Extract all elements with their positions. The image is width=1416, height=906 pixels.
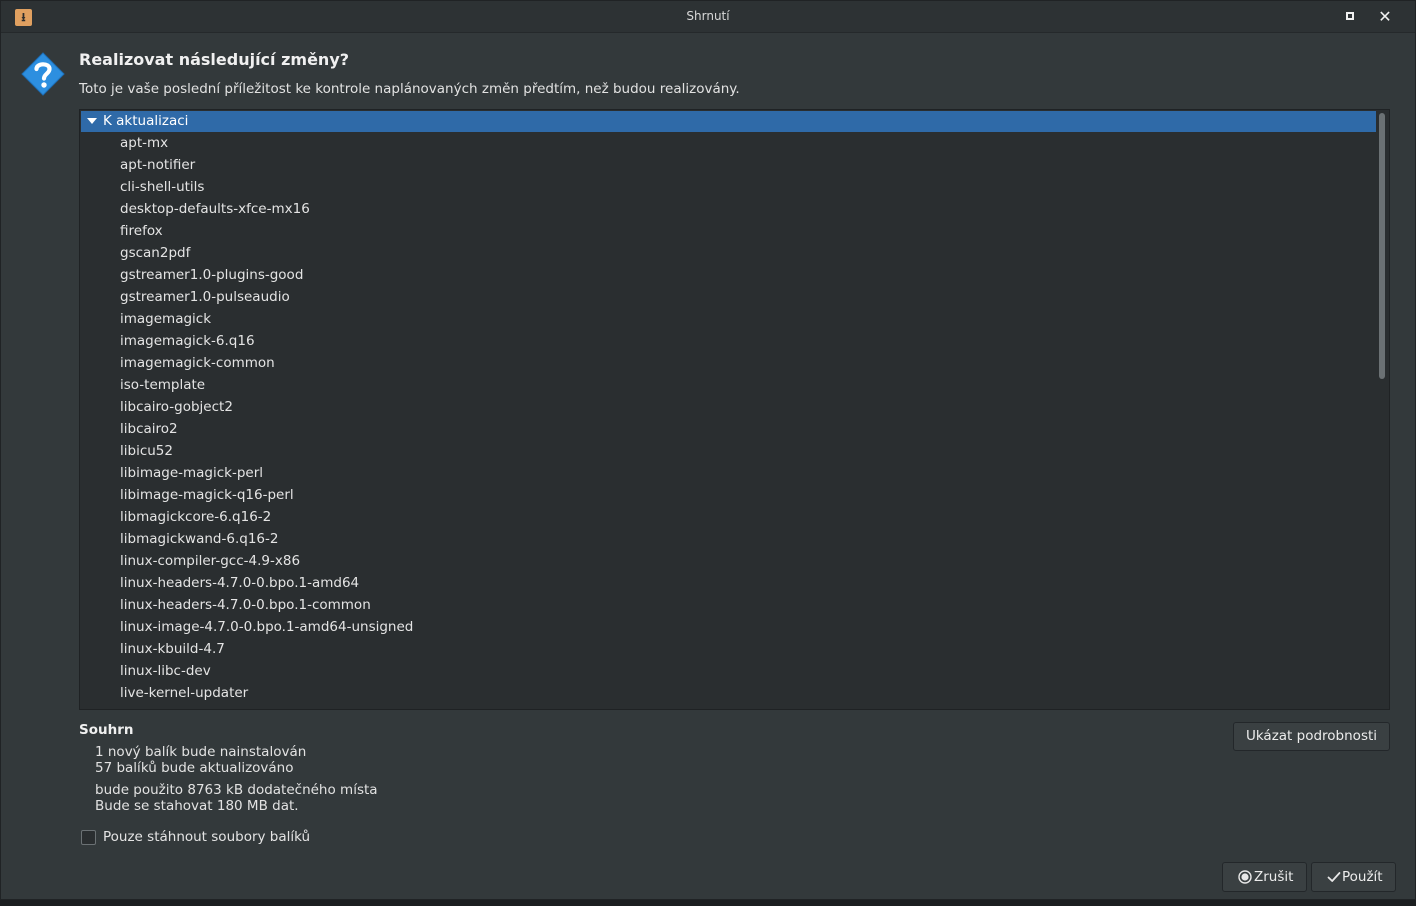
package-item[interactable]: desktop-defaults-xfce-mx16 (120, 198, 413, 220)
maximize-icon (1346, 12, 1354, 20)
package-item[interactable]: libmagickwand-6.q16-2 (120, 528, 413, 550)
package-item[interactable]: gstreamer1.0-plugins-good (120, 264, 413, 286)
package-item[interactable]: linux-headers-4.7.0-0.bpo.1-amd64 (120, 572, 413, 594)
package-item[interactable]: gstreamer1.0-pulseaudio (120, 286, 413, 308)
package-item[interactable]: libimage-magick-perl (120, 462, 413, 484)
summary-new-packages: 1 nový balík bude nainstalován (95, 744, 307, 760)
tree-group-label: K aktualizaci (103, 113, 189, 129)
package-item[interactable]: libcairo-gobject2 (120, 396, 413, 418)
package-tree[interactable]: K aktualizaci apt-mx apt-notifier cli-shel… (79, 109, 1390, 710)
summary-heading: Souhrn (79, 722, 134, 738)
package-item[interactable]: firefox (120, 220, 413, 242)
download-only-label[interactable]: Pouze stáhnout soubory balíků (103, 829, 310, 845)
cancel-button[interactable]: Zrušit (1222, 862, 1307, 892)
triangle-down-icon[interactable] (87, 118, 97, 124)
download-only-checkbox[interactable] (81, 830, 96, 845)
package-item[interactable]: imagemagick (120, 308, 413, 330)
package-item[interactable]: linux-image-4.7.0-0.bpo.1-amd64-unsigned (120, 616, 413, 638)
tree-scrollbar[interactable] (1376, 111, 1388, 708)
apply-button[interactable]: Použít (1311, 862, 1396, 892)
maximize-button[interactable] (1341, 8, 1359, 26)
summary-disk-space: bude použito 8763 kB dodatečného místa (95, 782, 378, 798)
package-list: apt-mx apt-notifier cli-shell-utils desktop… (120, 132, 413, 704)
summary-upgraded-packages: 57 balíků bude aktualizováno (95, 760, 294, 776)
package-item[interactable]: libcairo2 (120, 418, 413, 440)
package-item[interactable]: live-kernel-updater (120, 682, 413, 704)
scrollbar-thumb[interactable] (1379, 113, 1385, 379)
package-item[interactable]: apt-notifier (120, 154, 413, 176)
tree-group-to-upgrade[interactable]: K aktualizaci (81, 111, 1376, 132)
package-item[interactable]: imagemagick-common (120, 352, 413, 374)
summary-download-size: Bude se stahovat 180 MB dat. (95, 798, 299, 814)
package-item[interactable]: apt-mx (120, 132, 413, 154)
package-item[interactable]: iso-template (120, 374, 413, 396)
package-item[interactable]: gscan2pdf (120, 242, 413, 264)
package-item[interactable]: linux-headers-4.7.0-0.bpo.1-common (120, 594, 413, 616)
checkmark-icon (1327, 872, 1341, 882)
package-item[interactable]: libicu52 (120, 440, 413, 462)
package-item[interactable]: libmagickcore-6.q16-2 (120, 506, 413, 528)
cancel-circle-icon (1238, 870, 1252, 884)
dialog-subheading: Toto je vaše poslední příležitost ke kon… (79, 81, 740, 97)
cancel-label: Zrušit (1254, 869, 1294, 885)
package-item[interactable]: libimage-magick-q16-perl (120, 484, 413, 506)
package-item[interactable]: imagemagick-6.q16 (120, 330, 413, 352)
package-item[interactable]: linux-libc-dev (120, 660, 413, 682)
close-button[interactable]: ✕ (1376, 8, 1394, 26)
question-icon (21, 52, 65, 96)
summary-dialog-window: ⭳ Shrnutí ✕ Realizovat následující změny… (0, 0, 1416, 900)
apply-label: Použít (1342, 869, 1383, 885)
window-title: Shrnutí (686, 9, 730, 23)
title-bar: ⭳ Shrnutí ✕ (1, 1, 1415, 33)
package-item[interactable]: cli-shell-utils (120, 176, 413, 198)
show-details-button[interactable]: Ukázat podrobnosti (1233, 722, 1390, 751)
package-item[interactable]: linux-compiler-gcc-4.9-x86 (120, 550, 413, 572)
package-item[interactable]: linux-kbuild-4.7 (120, 638, 413, 660)
dialog-heading: Realizovat následující změny? (79, 50, 350, 69)
